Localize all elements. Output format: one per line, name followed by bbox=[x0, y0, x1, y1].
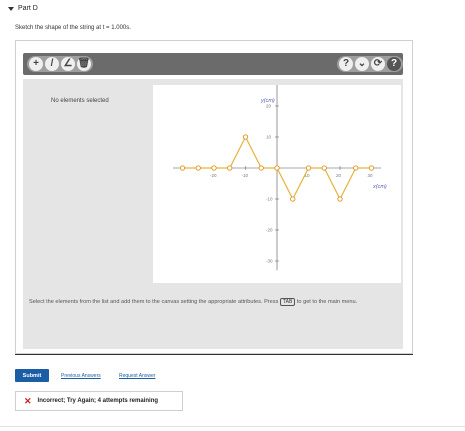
y-tick-label: -10 bbox=[266, 197, 273, 202]
collapse-triangle-icon[interactable] bbox=[8, 6, 14, 11]
toolbar: + / ∠ 🗑 ? ⌄ ⟳ ? bbox=[23, 53, 403, 75]
string-point[interactable] bbox=[337, 196, 343, 202]
graph-svg[interactable]: -10-20102030302010-10-20-30 y(cm) x(cm) bbox=[153, 65, 401, 283]
x-tick-label: -10 bbox=[242, 173, 249, 178]
string-point[interactable] bbox=[290, 196, 296, 202]
drawing-tool-frame: + / ∠ 🗑 ? ⌄ ⟳ ? No elements selected -10… bbox=[15, 40, 413, 354]
string-point[interactable] bbox=[353, 165, 359, 171]
part-title: Part D bbox=[18, 5, 38, 12]
add-element-icon[interactable]: + bbox=[29, 57, 43, 71]
feedback-message: Incorrect; Try Again; 4 attempts remaini… bbox=[37, 398, 159, 404]
answer-separator bbox=[15, 354, 413, 355]
hint-icon[interactable]: ? bbox=[339, 57, 353, 71]
toolbar-right-group: ? ⌄ ⟳ ? bbox=[337, 56, 403, 72]
canvas-instructions: Select the elements from the list and ad… bbox=[29, 298, 399, 307]
request-answer-link[interactable]: Request Answer bbox=[119, 373, 155, 379]
part-header[interactable]: Part D bbox=[8, 5, 38, 12]
string-point[interactable] bbox=[242, 134, 249, 140]
string-point[interactable] bbox=[258, 165, 264, 171]
instructions-text: Select the elements from the list and ad… bbox=[29, 299, 279, 305]
delete-icon[interactable]: 🗑 bbox=[77, 57, 91, 71]
question-prompt: Sketch the shape of the string at t = 1.… bbox=[15, 25, 131, 31]
x-tick-label: 30 bbox=[368, 173, 374, 178]
y-tick-label: -20 bbox=[266, 228, 273, 233]
string-point[interactable] bbox=[368, 165, 375, 171]
feedback-box: ✕ Incorrect; Try Again; 4 attempts remai… bbox=[15, 391, 183, 411]
submit-button[interactable]: Submit bbox=[15, 369, 49, 382]
elements-status: No elements selected bbox=[51, 98, 109, 104]
string-point[interactable] bbox=[321, 165, 327, 171]
y-axis-label: y(cm) bbox=[260, 98, 275, 104]
page-bottom-divider bbox=[0, 426, 465, 427]
instructions-text-end: to get to the main menu. bbox=[296, 299, 358, 305]
toolbar-left-group: + / ∠ 🗑 bbox=[27, 56, 93, 72]
reset-icon[interactable]: ⟳ bbox=[371, 57, 385, 71]
y-tick-label: 20 bbox=[266, 104, 272, 109]
previous-answers-link[interactable]: Previous Answers bbox=[61, 373, 101, 379]
string-point[interactable] bbox=[211, 165, 217, 171]
x-tick-label: 20 bbox=[336, 173, 342, 178]
graph-canvas[interactable]: -10-20102030302010-10-20-30 y(cm) x(cm) bbox=[153, 65, 401, 283]
x-tick-label: -20 bbox=[210, 173, 217, 178]
x-axis-label: x(cm) bbox=[372, 184, 387, 190]
string-point[interactable] bbox=[227, 165, 233, 171]
string-point[interactable] bbox=[195, 165, 201, 171]
string-point[interactable] bbox=[305, 165, 312, 171]
string-point[interactable] bbox=[274, 165, 280, 171]
draw-line-icon[interactable]: / bbox=[45, 57, 59, 71]
string-point[interactable] bbox=[179, 165, 186, 171]
help-icon[interactable]: ? bbox=[387, 57, 401, 71]
angle-tool-icon[interactable]: ∠ bbox=[61, 57, 75, 71]
dropdown-chevron-icon[interactable]: ⌄ bbox=[355, 57, 369, 71]
tab-key-hint: TAB bbox=[279, 298, 296, 306]
y-tick-label: -30 bbox=[266, 259, 273, 264]
workspace-panel: No elements selected -10-20102030302010-… bbox=[23, 65, 403, 349]
incorrect-icon: ✕ bbox=[24, 395, 32, 406]
graph-axes: -10-20102030302010-10-20-30 bbox=[173, 65, 381, 271]
y-tick-label: 10 bbox=[266, 135, 272, 140]
